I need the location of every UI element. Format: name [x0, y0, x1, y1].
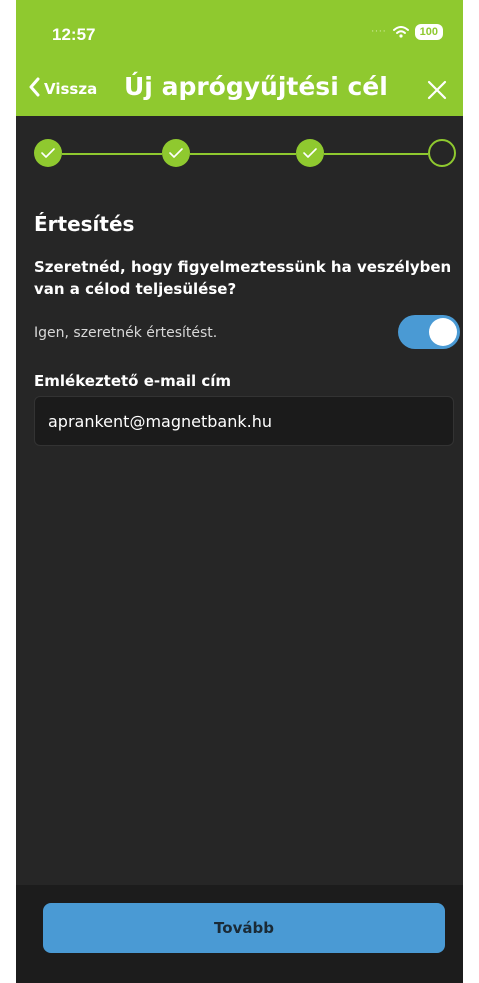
nav-bar: Vissza Új aprógyűjtési cél [16, 70, 463, 112]
step-3-complete [296, 139, 324, 167]
close-icon [427, 80, 447, 100]
toggle-knob [429, 318, 457, 346]
check-icon [303, 148, 317, 158]
check-icon [169, 148, 183, 158]
step-4-current [428, 139, 456, 167]
notification-question: Szeretnéd, hogy figyelmeztessünk ha vesz… [34, 258, 452, 298]
email-field[interactable] [34, 396, 454, 446]
signal-icon: ···· [371, 27, 387, 37]
step-2-complete [162, 139, 190, 167]
chevron-left-icon [28, 77, 40, 101]
email-label: Emlékeztető e-mail cím [34, 372, 232, 390]
status-icons: ···· 100 [371, 24, 443, 40]
step-connector [324, 153, 428, 155]
back-button[interactable]: Vissza [28, 77, 97, 101]
step-connector [190, 153, 296, 155]
step-connector [62, 153, 162, 155]
back-label: Vissza [44, 80, 98, 98]
close-button[interactable] [423, 76, 451, 104]
section-title: Értesítés [34, 212, 135, 236]
toggle-label: Igen, szeretnék értesítést. [34, 325, 218, 341]
wifi-icon [392, 26, 409, 38]
check-icon [41, 148, 55, 158]
status-time: 12:57 [52, 25, 96, 44]
header: 12:57 ···· 100 Vissza Új aprógyűjtési cé… [16, 0, 463, 116]
app-screen: 12:57 ···· 100 Vissza Új aprógyűjtési cé… [16, 0, 463, 983]
step-1-complete [34, 139, 62, 167]
battery-icon: 100 [414, 24, 443, 40]
next-button[interactable]: Tovább [43, 903, 445, 953]
page-title: Új aprógyűjtési cél [124, 72, 388, 101]
progress-stepper [16, 116, 463, 196]
footer-bar: Tovább [16, 885, 463, 983]
notification-toggle[interactable] [398, 315, 460, 349]
